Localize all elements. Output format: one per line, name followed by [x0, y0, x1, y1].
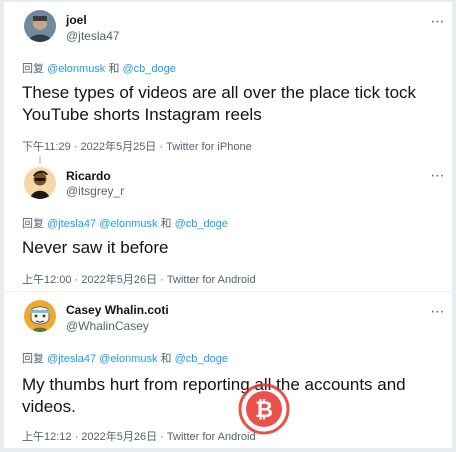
mention-link[interactable]: @elonmusk	[99, 353, 157, 365]
tweet-text: These types of videos are all over the p…	[22, 83, 417, 124]
tweet-meta: 下午11:29 · 2022年5月25日 · Twitter for iPhon…	[22, 138, 252, 154]
avatar-image	[24, 300, 56, 332]
tweet-source[interactable]: Twitter for Android	[167, 274, 256, 286]
author-name[interactable]: Ricardo	[66, 169, 111, 183]
author-handle[interactable]: @jtesla47	[66, 29, 120, 43]
more-options-icon[interactable]: ⋯	[429, 304, 447, 318]
tweet-thread: joel @jtesla47 ⋯ 回复 @elonmusk 和 @cb_doge…	[4, 2, 452, 448]
reply-prefix: 回复	[22, 218, 44, 230]
tweet-3[interactable]: Casey Whalin.coti @WhalinCasey ⋯ 回复 @jte…	[4, 292, 452, 448]
bitcoin-watermark-icon: ₿	[238, 383, 290, 435]
avatar-image	[24, 167, 56, 199]
reply-joiner: 和	[105, 63, 123, 75]
svg-text:₿: ₿	[255, 398, 273, 423]
author-name[interactable]: joel	[66, 13, 87, 27]
tweet-timestamp[interactable]: 下午11:29 · 2022年5月25日 ·	[22, 141, 166, 153]
tweet-1[interactable]: joel @jtesla47 ⋯ 回复 @elonmusk 和 @cb_doge…	[4, 2, 452, 156]
reply-context: 回复 @elonmusk 和 @cb_doge	[22, 60, 176, 76]
author-handle[interactable]: @itsgrey_r	[66, 184, 124, 198]
tweet-2[interactable]: Ricardo @itsgrey_r ⋯ 回复 @jtesla47 @elonm…	[4, 156, 452, 296]
avatar-ricardo[interactable]	[24, 167, 56, 199]
mention-link[interactable]: @elonmusk	[47, 63, 105, 75]
tweet-text: My thumbs hurt from reporting all the ac…	[22, 375, 406, 416]
tweet-source[interactable]: Twitter for iPhone	[166, 141, 252, 153]
author-handle[interactable]: @WhalinCasey	[66, 319, 149, 333]
tweet-meta: 上午12:12 · 2022年5月26日 · Twitter for Andro…	[22, 428, 256, 444]
avatar-joel[interactable]	[24, 10, 56, 42]
avatar-image	[24, 10, 56, 42]
reply-context: 回复 @jtesla47 @elonmusk 和 @cb_doge	[22, 215, 228, 231]
mention-link[interactable]: @jtesla47	[47, 353, 96, 365]
mention-link[interactable]: @elonmusk	[99, 218, 157, 230]
mention-link[interactable]: @jtesla47	[47, 218, 96, 230]
reply-prefix: 回复	[22, 63, 44, 75]
mention-link[interactable]: @cb_doge	[175, 218, 228, 230]
reply-context: 回复 @jtesla47 @elonmusk 和 @cb_doge	[22, 350, 228, 366]
mention-link[interactable]: @cb_doge	[175, 353, 228, 365]
author-name[interactable]: Casey Whalin.coti	[66, 303, 169, 317]
tweet-meta: 上午12:00 · 2022年5月26日 · Twitter for Andro…	[22, 271, 256, 287]
mention-link[interactable]: @cb_doge	[122, 63, 175, 75]
tweet-timestamp[interactable]: 上午12:12 · 2022年5月26日 ·	[22, 431, 167, 443]
tweet-timestamp[interactable]: 上午12:00 · 2022年5月26日 ·	[22, 274, 167, 286]
more-options-icon[interactable]: ⋯	[429, 168, 447, 182]
more-options-icon[interactable]: ⋯	[429, 14, 447, 28]
reply-joiner: 和	[157, 218, 175, 230]
reply-joiner: 和	[157, 353, 175, 365]
avatar-casey[interactable]	[24, 300, 56, 332]
tweet-text: Never saw it before	[22, 238, 169, 257]
reply-prefix: 回复	[22, 353, 44, 365]
